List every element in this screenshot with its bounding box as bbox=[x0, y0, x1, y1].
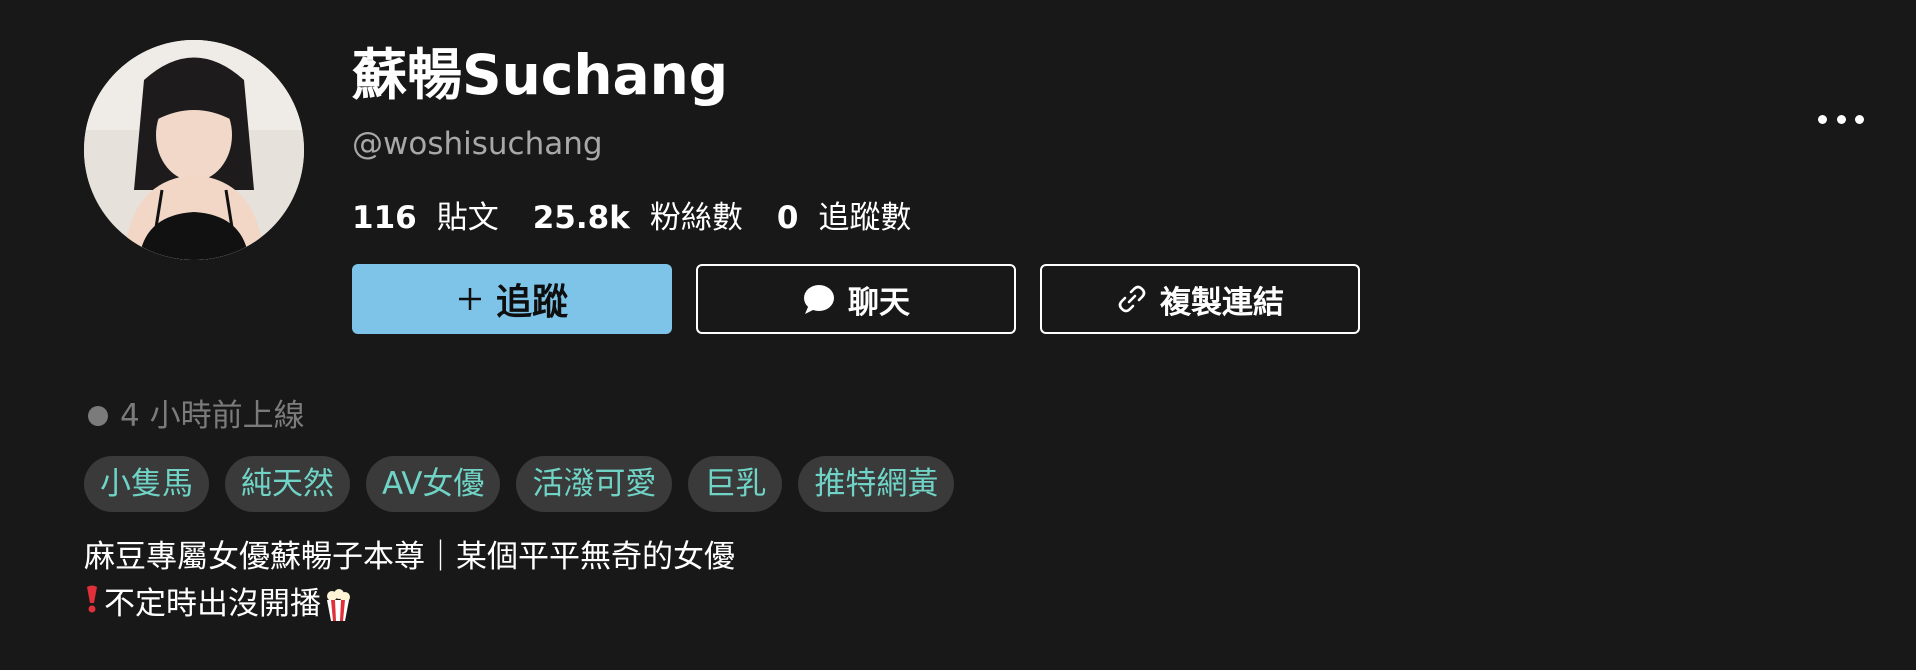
tag-chip[interactable]: AV女優 bbox=[366, 456, 501, 512]
status-dot-icon bbox=[88, 406, 108, 426]
profile-stats: 116 貼文 25.8k 粉絲數 0 追蹤數 bbox=[352, 196, 945, 240]
avatar[interactable] bbox=[84, 40, 304, 260]
exclamation-icon bbox=[84, 581, 100, 628]
tag-list: 小隻馬 純天然 AV女優 活潑可愛 巨乳 推特網黃 bbox=[84, 456, 970, 512]
avatar-photo bbox=[84, 40, 304, 260]
chat-button[interactable]: 聊天 bbox=[696, 264, 1016, 334]
display-name: 蘇暢Suchang bbox=[352, 43, 729, 107]
follow-label: 追蹤 bbox=[495, 282, 568, 323]
tag-chip[interactable]: 推特網黃 bbox=[798, 456, 955, 512]
popcorn-icon bbox=[323, 588, 353, 622]
more-menu-button[interactable] bbox=[1818, 106, 1864, 132]
plus-icon bbox=[456, 285, 484, 313]
posts-label: 貼文 bbox=[436, 200, 499, 236]
online-status-text: 4 小時前上線 bbox=[120, 398, 305, 434]
user-handle: @woshisuchang bbox=[352, 126, 603, 162]
online-status: 4 小時前上線 bbox=[88, 394, 305, 438]
bio-line-2: 不定時出沒開播 bbox=[84, 581, 735, 628]
link-icon bbox=[1116, 283, 1148, 315]
tag-chip[interactable]: 巨乳 bbox=[688, 456, 783, 512]
bio-line-1: 麻豆專屬女優蘇暢子本尊｜某個平平無奇的女優 bbox=[84, 539, 735, 575]
bio-line-2-text: 不定時出沒開播 bbox=[104, 586, 321, 622]
stat-followers[interactable]: 25.8k 粉絲數 bbox=[533, 196, 743, 240]
stat-posts[interactable]: 116 貼文 bbox=[352, 196, 499, 240]
following-label: 追蹤數 bbox=[818, 200, 912, 236]
tag-chip[interactable]: 小隻馬 bbox=[84, 456, 209, 512]
stat-following[interactable]: 0 追蹤數 bbox=[777, 196, 912, 240]
bio: 麻豆專屬女優蘇暢子本尊｜某個平平無奇的女優 不定時出沒開播 bbox=[84, 534, 735, 628]
copy-link-button[interactable]: 複製連結 bbox=[1040, 264, 1360, 334]
follow-button[interactable]: 追蹤 bbox=[352, 264, 672, 334]
chat-bubble-icon bbox=[802, 283, 836, 315]
more-horizontal-icon bbox=[1818, 114, 1827, 124]
following-count: 0 bbox=[776, 200, 799, 236]
tag-chip[interactable]: 活潑可愛 bbox=[516, 456, 673, 512]
followers-label: 粉絲數 bbox=[649, 200, 743, 236]
tag-chip[interactable]: 純天然 bbox=[225, 456, 350, 512]
followers-count: 25.8k bbox=[532, 200, 630, 236]
copy-link-label: 複製連結 bbox=[1160, 284, 1284, 321]
posts-count: 116 bbox=[352, 200, 417, 236]
chat-label: 聊天 bbox=[848, 284, 910, 321]
